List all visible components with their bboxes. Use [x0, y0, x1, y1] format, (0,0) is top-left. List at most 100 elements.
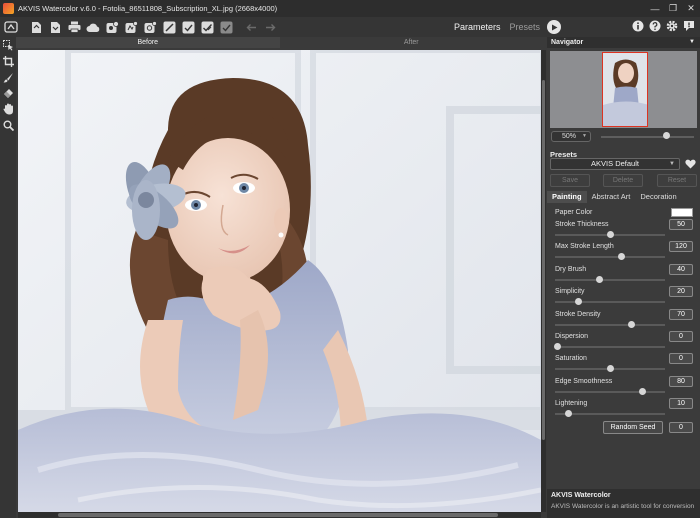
saturation-slider-knob[interactable] — [607, 365, 614, 373]
redo-icon[interactable] — [262, 19, 278, 35]
dispersion-row: Dispersion 0 — [554, 331, 693, 353]
navigator-title: Navigator — [551, 39, 584, 46]
stroke-density-slider[interactable] — [555, 323, 665, 326]
navigator-viewport[interactable] — [602, 52, 648, 127]
max-stroke-length-value[interactable]: 120 — [669, 241, 693, 253]
check-all-icon[interactable] — [199, 19, 215, 35]
image-canvas[interactable] — [18, 50, 541, 512]
max-stroke-length-slider[interactable] — [555, 256, 665, 259]
random-seed-value[interactable]: 0 — [669, 422, 693, 433]
edge-smoothness-slider[interactable] — [555, 390, 665, 393]
settings-icon[interactable] — [142, 19, 158, 35]
dry-brush-value[interactable]: 40 — [669, 263, 693, 275]
effect-tabs: Painting Abstract Art Decoration — [547, 191, 700, 203]
saturation-value[interactable]: 0 — [669, 353, 693, 365]
horizontal-scrollbar[interactable] — [18, 512, 541, 518]
gear-icon[interactable] — [665, 19, 679, 33]
tab-painting[interactable]: Painting — [547, 191, 587, 203]
zoom-select[interactable]: 50% ▼ — [551, 131, 591, 142]
preset-buttons: Save Delete Reset — [550, 174, 697, 187]
dispersion-slider[interactable] — [555, 346, 665, 348]
paper-color-label: Paper Color — [555, 209, 593, 216]
dispersion-label: Dispersion — [555, 333, 589, 340]
reset-preset-button[interactable]: Reset — [657, 174, 697, 187]
collapse-arrow-icon[interactable]: ▼ — [689, 37, 695, 48]
simplicity-label: Simplicity — [555, 288, 585, 296]
stroke-density-value[interactable]: 70 — [669, 308, 693, 320]
tab-presets[interactable]: Presets — [509, 22, 540, 32]
tab-abstract-art[interactable]: Abstract Art — [587, 191, 636, 203]
zoom-slider-knob[interactable] — [662, 132, 670, 139]
select-icon[interactable] — [0, 37, 16, 53]
dispersion-value[interactable]: 0 — [669, 331, 693, 342]
tab-after[interactable]: After — [279, 37, 543, 48]
saturation-row: Saturation 0 — [555, 353, 693, 375]
maximize-button[interactable]: ❐ — [664, 0, 682, 17]
preset-select[interactable]: AKVIS Default ▼ — [550, 158, 680, 170]
toolbar: Parameters Presets — [0, 17, 700, 37]
tab-before[interactable]: Before — [16, 37, 280, 48]
stroke-thickness-row: Stroke Thickness 50 — [555, 219, 693, 241]
random-seed-button[interactable]: Random Seed — [603, 421, 663, 434]
horizontal-scrollbar-thumb[interactable] — [58, 513, 498, 517]
plugin-icon[interactable] — [123, 19, 139, 35]
stroke-thickness-value[interactable]: 50 — [669, 219, 693, 230]
brush-icon[interactable] — [161, 19, 177, 35]
zoom-slider[interactable] — [601, 136, 694, 138]
close-button[interactable]: ✕ — [682, 0, 700, 17]
title-bar: AKVIS Watercolor v.6.0 - Fotolia_8651180… — [0, 0, 700, 17]
navigator-preview[interactable] — [550, 51, 697, 128]
apply-icon[interactable] — [218, 19, 234, 35]
zoom-icon[interactable] — [0, 117, 16, 133]
max-stroke-length-label: Max Stroke Length — [555, 243, 614, 251]
lightening-value[interactable]: 10 — [669, 398, 693, 410]
hand-icon[interactable] — [0, 101, 16, 117]
batch-icon[interactable] — [104, 19, 120, 35]
open-icon[interactable] — [28, 19, 44, 35]
feedback-icon[interactable] — [682, 19, 696, 33]
paper-color-swatch[interactable] — [671, 208, 693, 217]
undo-icon[interactable] — [243, 19, 259, 35]
info-icon[interactable] — [631, 19, 645, 33]
save-icon[interactable] — [47, 19, 63, 35]
dispersion-slider-knob[interactable] — [554, 343, 561, 350]
portrait-photo — [18, 50, 541, 512]
chevron-down-icon: ▼ — [582, 133, 587, 139]
help-icon[interactable] — [648, 19, 662, 33]
minimize-button[interactable]: — — [646, 0, 664, 17]
tab-decoration[interactable]: Decoration — [635, 191, 681, 203]
eraser-icon[interactable] — [0, 85, 16, 101]
stroke-thickness-label: Stroke Thickness — [555, 221, 609, 228]
simplicity-value[interactable]: 20 — [669, 286, 693, 298]
max-stroke-length-slider-knob[interactable] — [617, 253, 625, 261]
stroke-thickness-slider-knob[interactable] — [607, 231, 614, 238]
app-logo-icon — [3, 3, 14, 14]
edge-smoothness-label: Edge Smoothness — [555, 377, 613, 385]
tab-parameters[interactable]: Parameters — [454, 22, 501, 32]
lightening-slider-knob[interactable] — [564, 410, 572, 418]
vertical-scrollbar[interactable] — [541, 50, 546, 512]
edge-smoothness-value[interactable]: 80 — [669, 375, 693, 387]
save-preset-button[interactable]: Save — [550, 174, 590, 187]
delete-preset-button[interactable]: Delete — [603, 174, 643, 187]
lightening-row: Lightening 10 — [555, 398, 693, 420]
dry-brush-row: Dry Brush 40 — [555, 263, 693, 286]
stroke-density-slider-knob[interactable] — [628, 320, 636, 328]
simplicity-slider[interactable] — [555, 301, 665, 304]
brush-tool-icon[interactable] — [0, 69, 16, 85]
dry-brush-slider[interactable] — [555, 278, 665, 281]
dry-brush-slider-knob[interactable] — [596, 275, 604, 283]
favorite-heart-icon[interactable] — [685, 159, 696, 171]
run-button[interactable] — [547, 20, 561, 34]
stroke-density-row: Stroke Density 70 — [555, 308, 693, 331]
home-icon[interactable] — [2, 19, 19, 35]
simplicity-slider-knob[interactable] — [575, 298, 583, 306]
crop-icon[interactable] — [0, 53, 16, 69]
help-text: AKVIS Watercolor is an artistic tool for… — [551, 503, 695, 510]
check-icon[interactable] — [180, 19, 196, 35]
cloud-icon[interactable] — [85, 19, 101, 35]
edge-smoothness-slider-knob[interactable] — [638, 387, 646, 395]
vertical-scrollbar-thumb[interactable] — [542, 80, 545, 440]
zoom-row: 50% ▼ — [551, 131, 697, 143]
print-icon[interactable] — [66, 19, 82, 35]
